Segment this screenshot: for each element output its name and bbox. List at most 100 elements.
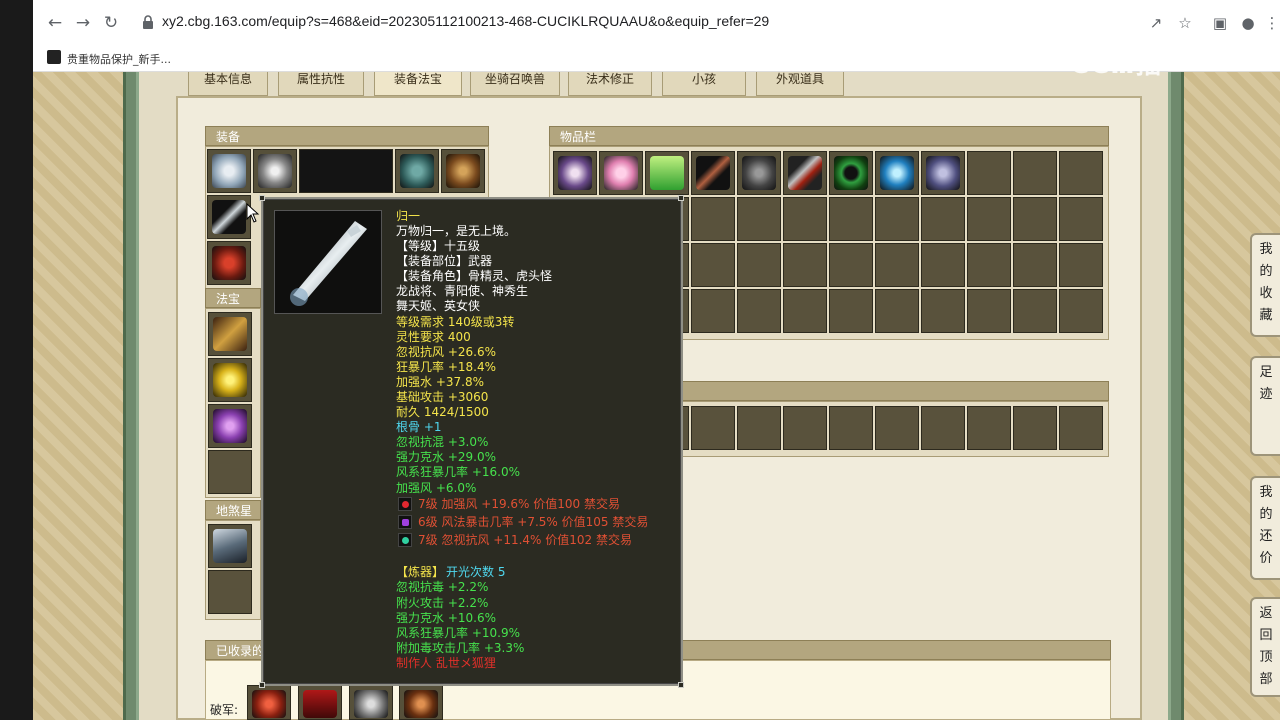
side-button-history[interactable]: 足迹 (1250, 356, 1280, 456)
left-rail (123, 72, 139, 720)
side-button-favorites[interactable]: 我的收藏 (1250, 233, 1280, 337)
profile-icon[interactable]: ● (1238, 13, 1258, 33)
storage-slot[interactable] (1059, 406, 1103, 450)
fabao-orb-icon (213, 363, 247, 397)
pojun-item-3[interactable] (349, 685, 393, 720)
inventory-slot[interactable] (691, 197, 735, 241)
inventory-slot[interactable] (967, 151, 1011, 195)
inventory-item-icon (558, 156, 592, 190)
inventory-slot[interactable] (829, 243, 873, 287)
side-button-label: 返回顶部 (1259, 606, 1273, 687)
inventory-slot[interactable] (737, 243, 781, 287)
storage-slot[interactable] (1013, 406, 1057, 450)
reload-icon[interactable]: ↻ (100, 12, 122, 34)
inventory-slot[interactable] (1059, 151, 1103, 195)
equip-slot-helmet[interactable] (395, 149, 439, 193)
inventory-slot[interactable] (875, 243, 919, 287)
url-text[interactable]: xy2.cbg.163.com/equip?s=468&eid=20230511… (162, 13, 769, 29)
inventory-item-icon (926, 156, 960, 190)
fabao-slot-1[interactable] (208, 312, 252, 356)
inventory-slot[interactable] (599, 151, 643, 195)
storage-slot[interactable] (783, 406, 827, 450)
inventory-slot[interactable] (1013, 243, 1057, 287)
inventory-slot[interactable] (921, 151, 965, 195)
inventory-slot[interactable] (1059, 243, 1103, 287)
forward-arrow-icon[interactable]: → (72, 12, 94, 34)
inventory-slot[interactable] (875, 197, 919, 241)
inventory-slot[interactable] (1013, 289, 1057, 333)
equip-slot-armor[interactable] (207, 149, 251, 193)
inventory-slot[interactable] (783, 197, 827, 241)
inventory-item-icon (742, 156, 776, 190)
star-icon[interactable]: ☆ (1175, 13, 1195, 33)
equip-slot-ring[interactable] (441, 149, 485, 193)
tab-spells[interactable]: 法术修正 (568, 72, 652, 96)
inventory-slot[interactable] (875, 289, 919, 333)
inventory-slot[interactable] (691, 151, 735, 195)
inventory-slot[interactable] (967, 197, 1011, 241)
storage-slot[interactable] (737, 406, 781, 450)
inventory-slot[interactable] (921, 289, 965, 333)
tab-attributes[interactable]: 属性抗性 (278, 72, 364, 96)
inventory-slot[interactable] (1059, 197, 1103, 241)
inventory-slot[interactable] (783, 151, 827, 195)
inventory-slot[interactable] (921, 243, 965, 287)
pojun-item-4[interactable] (399, 685, 443, 720)
share-icon[interactable]: ↗ (1146, 13, 1166, 33)
tooltip-gem-2: 6级 风法暴击几率 +7.5% 价值105 禁交易 (418, 515, 649, 529)
equip-slot-necklace[interactable] (253, 149, 297, 193)
inventory-slot[interactable] (921, 197, 965, 241)
menu-icon[interactable]: ⋮ (1262, 13, 1280, 33)
storage-slot[interactable] (967, 406, 1011, 450)
equipment-header: 装备 (205, 126, 489, 146)
tooltip-attr: 忽视抗风 +26.6% (396, 345, 496, 359)
fabao-slot-2[interactable] (208, 358, 252, 402)
inventory-slot[interactable] (967, 289, 1011, 333)
inventory-slot[interactable] (875, 151, 919, 195)
lingbao-slot-1[interactable] (208, 524, 252, 568)
inventory-slot[interactable] (829, 197, 873, 241)
inventory-slot[interactable] (645, 151, 689, 195)
inventory-slot[interactable] (967, 243, 1011, 287)
storage-slot[interactable] (875, 406, 919, 450)
inventory-slot[interactable] (691, 289, 735, 333)
inventory-slot[interactable] (783, 243, 827, 287)
inventory-slot[interactable] (1013, 197, 1057, 241)
pojun-item-2[interactable] (298, 685, 342, 720)
storage-slot[interactable] (829, 406, 873, 450)
inventory-slot[interactable] (737, 151, 781, 195)
tab-appearance[interactable]: 外观道具 (756, 72, 844, 96)
inventory-slot[interactable] (691, 243, 735, 287)
inventory-slot[interactable] (553, 151, 597, 195)
inventory-slot[interactable] (829, 151, 873, 195)
gem-red-icon (398, 497, 412, 511)
inventory-slot[interactable] (829, 289, 873, 333)
inventory-slot[interactable] (737, 197, 781, 241)
side-button-back-to-top[interactable]: 返回顶部 (1250, 597, 1280, 697)
tooltip-extra-attr: 忽视抗混 +3.0% (396, 435, 489, 449)
lingbao-figure-icon (213, 529, 247, 563)
side-button-my-bargains[interactable]: 我的还价 (1250, 476, 1280, 580)
inventory-slot[interactable] (737, 289, 781, 333)
back-arrow-icon[interactable]: ← (44, 12, 66, 34)
lingbao-header: 地煞星阵 (205, 500, 261, 538)
gem-purple-icon (398, 515, 412, 529)
pojun-item-1[interactable] (247, 685, 291, 720)
equip-slot-weapon[interactable] (207, 195, 251, 239)
storage-slot[interactable] (921, 406, 965, 450)
lingbao-slot-2[interactable] (208, 570, 252, 614)
fabao-slot-3[interactable] (208, 404, 252, 448)
fabao-slot-4[interactable] (208, 450, 252, 494)
inventory-slot[interactable] (783, 289, 827, 333)
equip-slot-talisman[interactable] (207, 241, 251, 285)
inventory-slot[interactable] (1059, 289, 1103, 333)
tab-mounts-pets[interactable]: 坐骑召唤兽 (470, 72, 560, 96)
tab-basic-info[interactable]: 基本信息 (188, 72, 268, 96)
tab-equipment[interactable]: 装备法宝 (374, 72, 462, 96)
tab-children[interactable]: 小孩 (662, 72, 746, 96)
inventory-slot[interactable] (1013, 151, 1057, 195)
storage-slot[interactable] (691, 406, 735, 450)
tooltip-lianqi-attr: 附加毒攻击几率 +3.3% (396, 641, 525, 655)
bookmark-item[interactable]: 贵重物品保护_新手... (67, 51, 171, 67)
sidepanel-icon[interactable]: ▣ (1210, 13, 1230, 33)
